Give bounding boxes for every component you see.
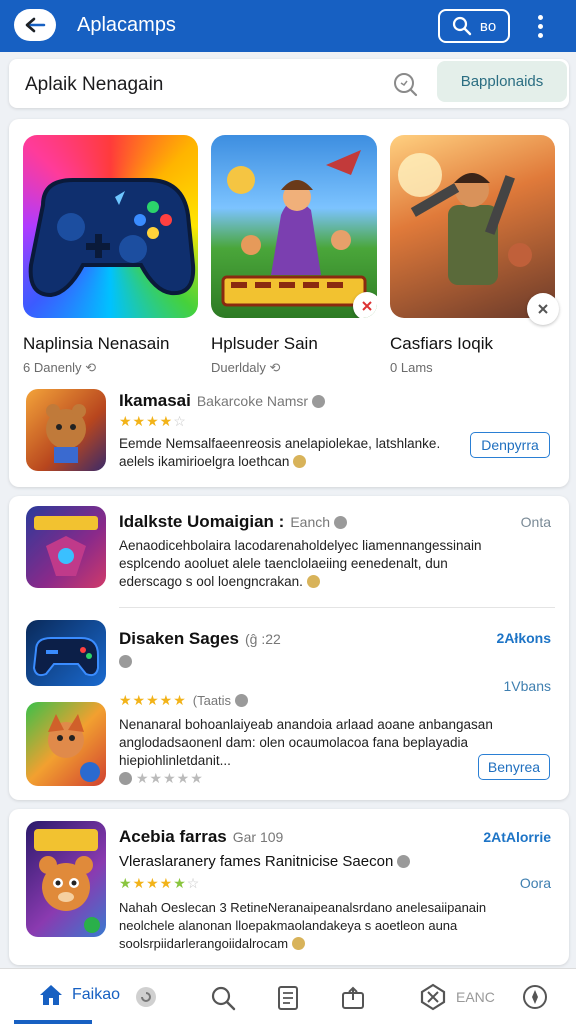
star-rating-secondary: ★★★★★ [119, 770, 204, 787]
badge-icon [306, 575, 320, 588]
info-icon [397, 855, 411, 868]
app-meta: Eanch [290, 514, 331, 530]
search-button[interactable]: ʙo [438, 9, 510, 43]
close-icon [362, 301, 372, 311]
gamepad-icon [28, 178, 196, 298]
app-status: Onta [520, 514, 551, 530]
app-bar: Aplacamps ʙo [0, 0, 576, 52]
app-name[interactable]: Acebia farras Gar 109 [119, 827, 283, 847]
app-name[interactable]: Idalkste Uomaigian : Eanch [119, 512, 348, 532]
search-icon [452, 16, 472, 36]
install-button[interactable]: Denpyrra [470, 432, 550, 458]
app-subtitle: Vleraslaranery fames Ranitnicise Saecon [119, 853, 411, 870]
dismiss-button[interactable] [353, 292, 377, 318]
bottom-navigation: Faikao EANC [0, 968, 576, 1024]
badge-icon [292, 937, 306, 950]
info-icon [119, 655, 132, 668]
back-arrow-icon [25, 17, 46, 33]
dismiss-button[interactable] [527, 293, 559, 325]
refresh-icon[interactable] [134, 985, 158, 1009]
search-bar[interactable]: Aplaik Nenagain Bapplonaids [9, 59, 569, 108]
featured-title: Casfiars Ioqik [390, 334, 493, 353]
app-thumbnail[interactable] [26, 506, 106, 588]
document-icon[interactable] [276, 985, 300, 1011]
app-downloads: 2AtAlorrie [483, 829, 551, 845]
more-vertical-icon [537, 14, 543, 20]
divider [119, 607, 555, 608]
search-button-label: ʙo [479, 17, 497, 35]
featured-subtitle: Duerldaly ⟲ [211, 360, 281, 375]
search-icon[interactable] [210, 985, 236, 1011]
app-thumbnail[interactable] [26, 821, 106, 937]
search-icon[interactable] [391, 70, 419, 98]
featured-app-2[interactable]: Hplsuder Sain Duerldaly ⟲ [211, 135, 377, 376]
nav-active-indicator [14, 1020, 92, 1024]
featured-title: Naplinsia Nenasain [23, 334, 170, 353]
featured-title: Hplsuder Sain [211, 334, 318, 353]
star-rating: ★★★★★ (Taatis [119, 692, 249, 709]
featured-image [23, 135, 198, 318]
app-meta: Gar 109 [232, 829, 284, 845]
filter-chip[interactable]: Bapplonaids [437, 61, 567, 102]
search-input[interactable]: Aplaik Nenagain [25, 74, 163, 96]
more-menu-button[interactable] [528, 10, 552, 42]
featured-image [211, 135, 377, 318]
star-rating: ★★★★★☆ [119, 875, 201, 891]
install-button[interactable]: Benyrea [478, 754, 550, 780]
info-icon [235, 694, 249, 707]
home-icon [40, 985, 62, 1005]
app-meta: (ĝ :22 [245, 631, 281, 647]
close-icon [538, 304, 548, 314]
app-list-card: Idalkste Uomaigian : Eanch Onta Aenaodice… [9, 496, 569, 800]
app-thumbnail[interactable] [26, 702, 106, 786]
app-name[interactable]: Ikamasai Bakarcoke Namsr [119, 391, 326, 411]
back-button[interactable] [14, 9, 56, 41]
app-version: 1Vbans [503, 678, 551, 694]
featured-subtitle: 0 Lams [390, 360, 433, 375]
app-version: Oora [519, 875, 551, 891]
app-thumbnail[interactable] [26, 620, 106, 686]
featured-image [390, 135, 555, 318]
app-meta: Bakarcoke Namsr [196, 393, 309, 409]
featured-app-3[interactable]: Casfiars Ioqik 0 Lams [390, 135, 555, 375]
nav-home[interactable]: Faikao [38, 983, 120, 1007]
app-title: Aplacamps [77, 14, 176, 36]
app-downloads: 2Ałkons [496, 630, 551, 646]
app-description: Eemde Nemsalfaeenreosis anelapiolekae, l… [119, 436, 441, 469]
upload-icon[interactable] [340, 985, 366, 1011]
info-icon [334, 516, 348, 529]
app-thumbnail[interactable] [26, 389, 106, 471]
app-name[interactable]: Disaken Sages (ĝ :22 [119, 629, 281, 649]
app-card: Acebia farras Gar 109 2AtAlorrie Vlerasla… [9, 809, 569, 965]
featured-subtitle: 6 Danenly ⟲ [23, 360, 97, 375]
featured-card: Naplinsia Nenasain 6 Danenly ⟲ Hplsuder … [9, 119, 569, 487]
info-icon [312, 395, 326, 408]
app-description: Nahah Oeslecan 3 RetineNeranaipeanalsrda… [119, 900, 487, 951]
nav-extra-label[interactable]: EANC [456, 989, 495, 1005]
compass-icon[interactable] [522, 984, 548, 1010]
badge-icon [293, 455, 307, 468]
star-rating: ★★★★☆ [119, 413, 187, 429]
nav-home-label: Faikao [72, 986, 121, 1003]
game-icon[interactable] [420, 983, 446, 1011]
featured-app-1[interactable]: Naplinsia Nenasain 6 Danenly ⟲ [23, 135, 198, 376]
app-description: Aenaodicehbolaira lacodarenaholdelyec li… [119, 538, 482, 589]
